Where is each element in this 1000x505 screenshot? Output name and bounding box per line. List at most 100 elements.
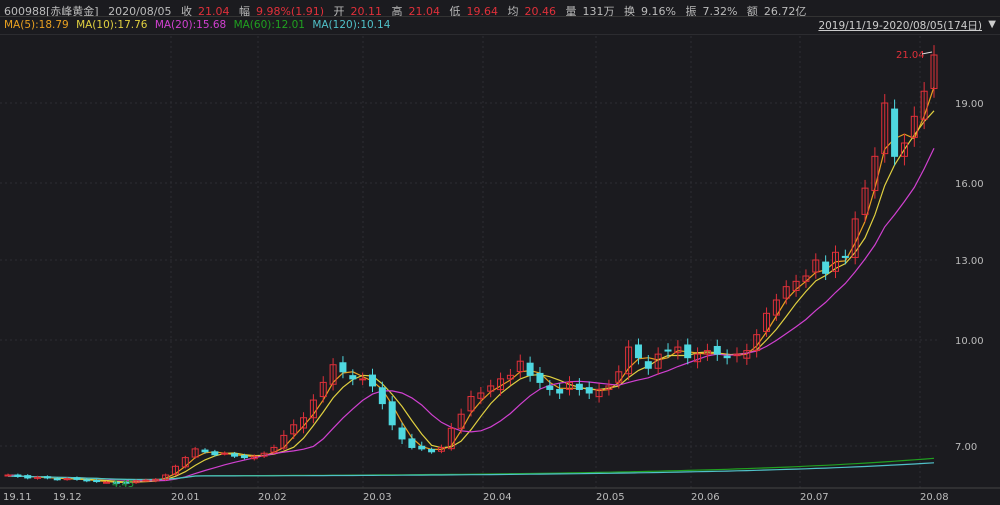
ma20-line <box>7 147 935 482</box>
candle-body <box>73 477 81 480</box>
y-tick-label: 16.00 <box>955 179 984 190</box>
candle <box>418 441 426 451</box>
candle <box>891 99 899 166</box>
candle <box>930 45 938 98</box>
candle <box>181 455 189 469</box>
ma120-line <box>7 462 935 481</box>
candle-body <box>684 344 692 359</box>
x-tick-label: 19.11 <box>3 492 32 503</box>
candle-body <box>211 451 219 456</box>
candle <box>694 347 702 369</box>
candle-body <box>644 361 652 369</box>
x-tick-label: 20.07 <box>800 492 829 503</box>
candle-body <box>231 453 239 457</box>
candle-body <box>142 479 150 482</box>
candle <box>319 376 327 403</box>
candle-body <box>418 445 426 450</box>
candle <box>359 372 367 386</box>
candle <box>713 339 721 361</box>
candle <box>309 394 317 424</box>
candle <box>910 106 918 147</box>
candle-body <box>891 108 899 157</box>
candle <box>171 464 179 476</box>
candle-body <box>83 479 91 482</box>
x-tick-label: 20.08 <box>920 492 949 503</box>
candle <box>723 349 731 365</box>
candle <box>546 379 554 396</box>
candle-body <box>723 355 731 359</box>
x-tick-label: 20.03 <box>363 492 392 503</box>
candle-body <box>93 479 101 483</box>
candle-body <box>428 448 436 453</box>
y-tick-label: 19.00 <box>955 99 984 110</box>
candlestick-chart[interactable]: 7.00 10.00 13.00 16.00 19.00 19.11 19.12 20.01 2… <box>0 0 1000 505</box>
candle-body <box>14 474 22 477</box>
candle-body <box>53 478 61 481</box>
candle-body <box>634 344 642 359</box>
x-tick-label: 20.05 <box>596 492 625 503</box>
candle <box>536 367 544 389</box>
candle-body <box>388 401 396 426</box>
candle-body <box>713 345 721 355</box>
candle-body <box>103 481 111 484</box>
candle <box>191 446 199 459</box>
candle <box>516 354 524 378</box>
x-tick-label: 20.01 <box>171 492 200 503</box>
candle-body <box>526 362 534 376</box>
candle <box>506 368 514 386</box>
candle-body <box>240 455 248 459</box>
min-price-label: 4.45 <box>112 479 134 490</box>
candle <box>782 280 790 305</box>
ma5-line <box>7 86 935 484</box>
candle-body <box>63 478 71 481</box>
candle <box>674 340 682 360</box>
candle <box>772 293 780 321</box>
candle <box>585 381 593 400</box>
candle <box>792 274 800 297</box>
x-tick-label: 20.02 <box>258 492 287 503</box>
candle-body <box>349 375 357 380</box>
candle <box>408 433 416 450</box>
candle <box>566 376 574 396</box>
x-tick-label: 20.06 <box>691 492 720 503</box>
candle <box>763 307 771 337</box>
candle-body <box>398 427 406 440</box>
candle-body <box>4 474 12 477</box>
candle-body <box>585 387 593 394</box>
candle-body <box>536 372 544 383</box>
y-tick-label: 7.00 <box>955 442 977 453</box>
candle-body <box>339 362 347 373</box>
candle-body <box>822 261 830 274</box>
candle-body <box>24 475 32 479</box>
ma10-line <box>7 110 935 483</box>
candle <box>575 378 583 396</box>
candle-body <box>221 452 229 455</box>
candle-body <box>408 438 416 448</box>
candle <box>43 475 51 480</box>
candle-body <box>368 374 376 387</box>
candle <box>526 356 534 382</box>
candle <box>290 419 298 440</box>
x-tick-label: 19.12 <box>53 492 82 503</box>
candle <box>24 474 32 480</box>
candle <box>595 383 603 403</box>
candle-body <box>664 349 672 352</box>
candle-body <box>201 449 209 453</box>
candle <box>280 430 288 451</box>
candle-body <box>575 383 583 390</box>
max-price-label: 21.04 <box>896 50 925 61</box>
candle-body <box>556 388 564 394</box>
candle <box>625 340 633 381</box>
y-tick-label: 10.00 <box>955 336 984 347</box>
candle <box>4 473 12 477</box>
candle <box>368 368 376 393</box>
candle <box>221 451 229 456</box>
candle-body <box>378 387 386 405</box>
candle-body <box>359 378 367 381</box>
candle-body <box>43 476 51 479</box>
candle-body <box>841 255 849 258</box>
candle <box>14 473 22 478</box>
candle-body <box>546 385 554 390</box>
candle <box>684 338 692 365</box>
candle <box>556 383 564 400</box>
